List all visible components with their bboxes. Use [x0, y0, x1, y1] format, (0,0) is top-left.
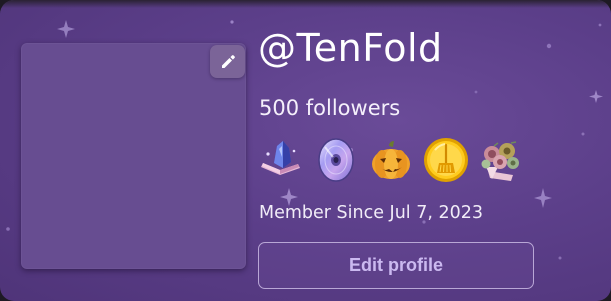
gold-coin-broom-badge-icon[interactable] [423, 137, 469, 183]
badge-list [258, 137, 533, 183]
member-since: Member Since Jul 7, 2023 [259, 203, 484, 223]
flower-bouquet-badge-icon[interactable] [478, 137, 524, 183]
jack-o-lantern-badge-icon[interactable] [368, 137, 414, 183]
disc-badge-icon[interactable] [313, 137, 359, 183]
profile-card: @TenFold 500 followers Member Since Jul … [0, 0, 611, 301]
top-edge-shadow [0, 0, 611, 8]
pencil-icon [221, 54, 235, 68]
crystal-book-badge-icon[interactable] [258, 137, 304, 183]
edit-profile-button[interactable]: Edit profile [258, 242, 534, 289]
username: @TenFold [258, 26, 443, 70]
followers-count[interactable]: 500 followers [259, 96, 400, 120]
edit-avatar-button[interactable] [210, 45, 245, 78]
